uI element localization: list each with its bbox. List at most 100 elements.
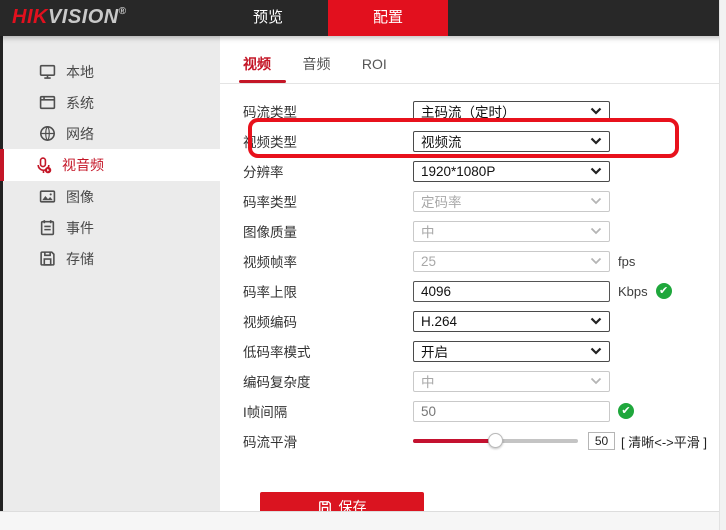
image-quality-select: 中 [413, 221, 610, 242]
top-tabs: 预览 配置 [208, 0, 448, 36]
storage-icon [39, 250, 56, 267]
stream-smoothing-value: 50 [588, 432, 615, 450]
frame-rate-select: 25 [413, 251, 610, 272]
video-encoding-label: 视频编码 [243, 311, 413, 331]
chevron-down-icon [590, 137, 602, 145]
form-row-bitrate-type: 码率类型 定码率 [220, 186, 720, 216]
form-row-iframe-interval: I帧间隔 ✔ [220, 396, 720, 426]
sidebar-item-network[interactable]: 网络 [3, 118, 220, 149]
system-window-icon [39, 94, 56, 111]
encoding-complexity-select: 中 [413, 371, 610, 392]
form-row-low-bitrate-mode: 低码率模式 开启 [220, 336, 720, 366]
form-row-video-type: 视频类型 视频流 [220, 126, 720, 156]
hikvision-logo: HIKVISION® [12, 6, 127, 29]
bitrate-type-select: 定码率 [413, 191, 610, 212]
chevron-down-icon [590, 227, 602, 235]
slider-fill [413, 439, 496, 443]
stream-type-label: 码流类型 [243, 101, 413, 121]
sidebar-item-label: 事件 [66, 218, 94, 238]
sidebar-item-label: 网络 [66, 124, 94, 144]
valid-check-icon: ✔ [656, 283, 672, 299]
sidebar-item-label: 系统 [66, 93, 94, 113]
image-quality-value: 中 [421, 221, 435, 241]
form-row-stream-smoothing: 码流平滑 50 [ 清晰<->平滑 ] [220, 426, 720, 456]
resolution-label: 分辨率 [243, 161, 413, 181]
video-encoding-select[interactable]: H.264 [413, 311, 610, 332]
low-bitrate-mode-label: 低码率模式 [243, 341, 413, 361]
bitrate-type-label: 码率类型 [243, 191, 413, 211]
form-row-max-bitrate: 码率上限 Kbps ✔ [220, 276, 720, 306]
sidebar-item-event[interactable]: 事件 [3, 212, 220, 243]
sidebar-item-image[interactable]: 图像 [3, 181, 220, 212]
video-settings-form: 码流类型 主码流（定时） 视频类型 视频流 分辨率 1920*1080P [220, 84, 720, 522]
video-encoding-value: H.264 [421, 314, 457, 329]
globe-icon [39, 125, 56, 142]
sidebar-item-label: 视音频 [62, 155, 104, 175]
frame-rate-label: 视频帧率 [243, 251, 413, 271]
form-row-image-quality: 图像质量 中 [220, 216, 720, 246]
max-bitrate-label: 码率上限 [243, 281, 413, 301]
video-type-label: 视频类型 [243, 131, 413, 151]
kbps-unit-label: Kbps [618, 284, 648, 299]
image-icon [39, 188, 56, 205]
tab-audio[interactable]: 音频 [302, 54, 330, 83]
encoding-complexity-value: 中 [421, 371, 435, 391]
chevron-down-icon [590, 257, 602, 265]
slider-thumb[interactable] [488, 433, 503, 448]
stream-smoothing-label: 码流平滑 [243, 431, 413, 451]
sidebar-item-system[interactable]: 系统 [3, 87, 220, 118]
chevron-down-icon [590, 197, 602, 205]
stream-type-select[interactable]: 主码流（定时） [413, 101, 610, 122]
registered-mark: ® [119, 6, 127, 17]
sidebar-item-label: 本地 [66, 62, 94, 82]
event-icon [39, 219, 56, 236]
sidebar-item-audio-video[interactable]: 视音频 [0, 149, 220, 181]
form-row-stream-type: 码流类型 主码流（定时） [220, 96, 720, 126]
chevron-down-icon [590, 377, 602, 385]
top-navigation-bar: HIKVISION® 预览 配置 [0, 0, 726, 36]
stream-smoothing-hint: [ 清晰<->平滑 ] [621, 432, 707, 451]
chevron-down-icon [590, 107, 602, 115]
sidebar-item-local[interactable]: 本地 [3, 56, 220, 87]
bottom-window-strip [0, 511, 726, 530]
encoding-complexity-label: 编码复杂度 [243, 371, 413, 391]
fps-unit-label: fps [618, 254, 635, 269]
stream-smoothing-slider[interactable] [413, 433, 578, 449]
sidebar-item-label: 图像 [66, 187, 94, 207]
tab-roi[interactable]: ROI [362, 56, 387, 81]
max-bitrate-input[interactable] [413, 281, 610, 302]
resolution-select[interactable]: 1920*1080P [413, 161, 610, 182]
monitor-icon [39, 63, 56, 80]
video-type-value: 视频流 [421, 131, 462, 151]
frame-rate-value: 25 [421, 254, 436, 269]
iframe-interval-input[interactable] [413, 401, 610, 422]
tab-configuration[interactable]: 配置 [328, 0, 448, 36]
main-content: 视频 音频 ROI 码流类型 主码流（定时） 视频类型 视频流 分辨率 [220, 36, 720, 511]
low-bitrate-mode-select[interactable]: 开启 [413, 341, 610, 362]
valid-check-icon: ✔ [618, 403, 634, 419]
tab-video[interactable]: 视频 [243, 54, 271, 83]
image-quality-label: 图像质量 [243, 221, 413, 241]
stream-type-value: 主码流（定时） [421, 101, 516, 121]
microphone-icon [35, 157, 52, 174]
low-bitrate-mode-value: 开启 [421, 341, 448, 361]
sidebar-item-label: 存储 [66, 249, 94, 269]
tab-preview[interactable]: 预览 [208, 0, 328, 36]
form-row-resolution: 分辨率 1920*1080P [220, 156, 720, 186]
hikvision-config-page: HIKVISION® 预览 配置 本地 系统 网络 [0, 0, 726, 530]
content-tabs: 视频 音频 ROI [220, 36, 720, 84]
form-row-frame-rate: 视频帧率 25 fps [220, 246, 720, 276]
form-row-video-encoding: 视频编码 H.264 [220, 306, 720, 336]
chevron-down-icon [590, 347, 602, 355]
logo-text-gray: VISION [48, 6, 119, 28]
sidebar: 本地 系统 网络 视音频 图像 [0, 36, 220, 511]
scrollbar-track[interactable] [719, 0, 726, 530]
chevron-down-icon [590, 167, 602, 175]
bitrate-type-value: 定码率 [421, 191, 462, 211]
chevron-down-icon [590, 317, 602, 325]
sidebar-item-storage[interactable]: 存储 [3, 243, 220, 274]
resolution-value: 1920*1080P [421, 164, 495, 179]
iframe-interval-label: I帧间隔 [243, 401, 413, 421]
video-type-select[interactable]: 视频流 [413, 131, 610, 152]
logo-text-red: HIK [12, 6, 48, 28]
